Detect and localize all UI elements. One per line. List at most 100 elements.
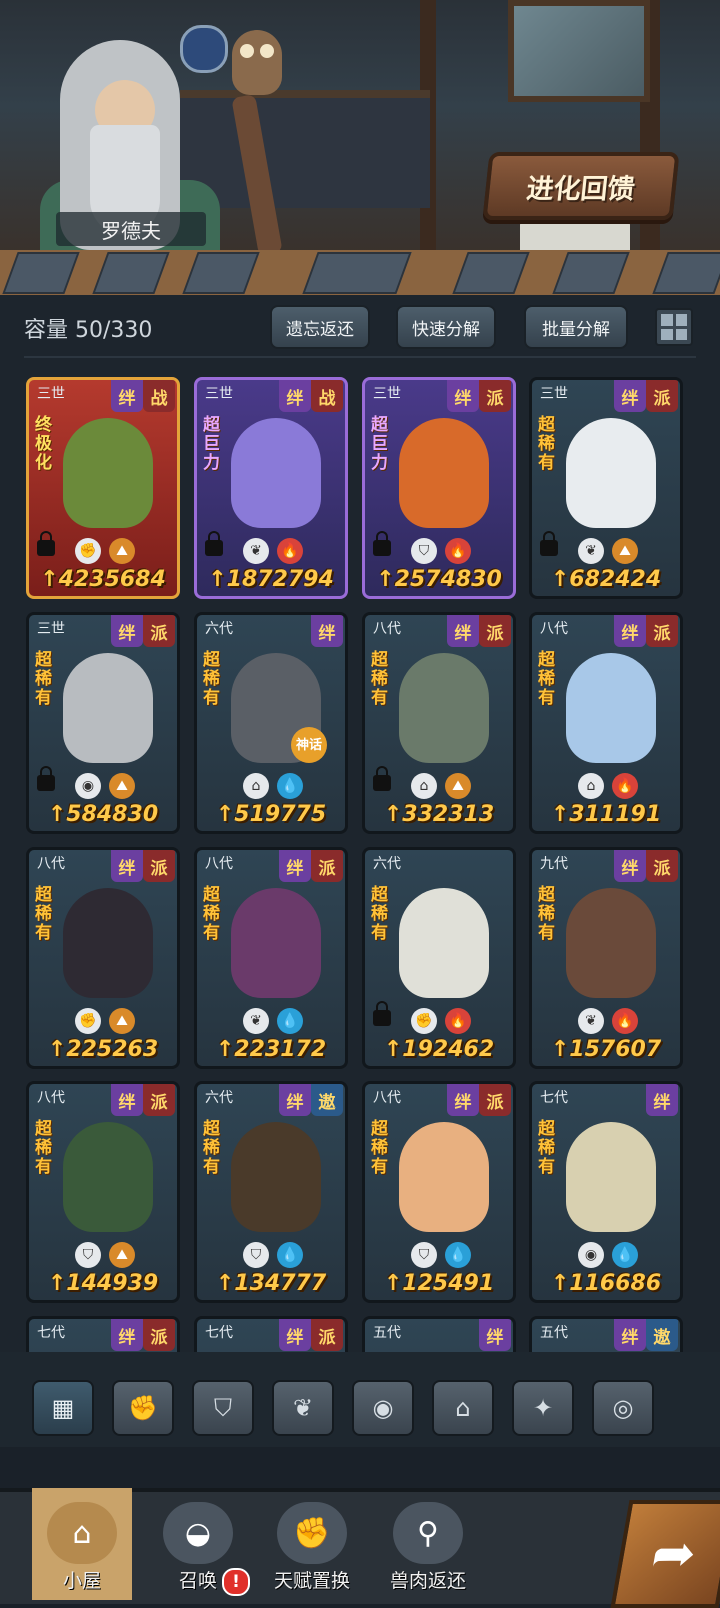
header-scene: 罗德夫 进化回馈	[0, 0, 720, 265]
rarity-label: 超稀有	[35, 650, 52, 708]
next-arrow-button[interactable]: ➦	[610, 1500, 720, 1608]
capacity-label: 容量 50/330	[24, 318, 153, 343]
pet-card[interactable]: 八代 绊派超稀有 ⛉ 💧 ↑125491	[362, 1081, 516, 1303]
pet-card-grid[interactable]: 三世绊战终极化 ✊ ⛰ ↑4235684 三世绊战超巨力 ❦ 🔥 ↑1872794 三世绊派超巨…	[0, 365, 720, 1353]
pet-card[interactable]: 九代 绊派超稀有 ❦ 🔥 ↑157607	[529, 847, 683, 1069]
owl-decoration	[232, 30, 282, 95]
generation-label: 三世	[373, 386, 401, 402]
bond-tag: 绊	[479, 1319, 511, 1351]
pet-card[interactable]: 七代 绊派	[194, 1316, 348, 1353]
nav-item-2[interactable]: ✊ 天赋置换	[262, 1488, 362, 1600]
fire-icon: 🔥	[445, 1008, 471, 1034]
faction-tag: 派	[479, 615, 511, 647]
pet-card[interactable]: 三世 绊战超巨力 ❦ 🔥 ↑1872794	[194, 377, 348, 599]
evolve-feedback-button[interactable]: 进化回馈	[482, 152, 680, 220]
tower-icon: ⌂	[411, 773, 437, 799]
rarity-label: 超稀有	[203, 885, 220, 943]
pet-card[interactable]: 八代 绊派超稀有 ⛉ ⛰ ↑144939	[26, 1081, 180, 1303]
generation-label: 六代	[205, 1090, 233, 1106]
pet-card[interactable]: 五代 绊	[362, 1316, 516, 1353]
pet-card[interactable]: 七代 绊超稀有 ◉ 💧 ↑116686	[529, 1081, 683, 1303]
lock-icon[interactable]	[373, 531, 391, 556]
lock-icon[interactable]	[37, 766, 55, 791]
filter-leaf-button[interactable]: ❦	[272, 1380, 334, 1436]
lock-icon[interactable]	[540, 531, 558, 556]
nav-icon: ⌂	[47, 1502, 117, 1564]
quick-decompose-button[interactable]: 快速分解	[396, 305, 496, 349]
bond-tag: 绊	[279, 380, 311, 412]
power-value: ↑682424	[550, 567, 662, 592]
filter-tower-button[interactable]: ⌂	[432, 1380, 494, 1436]
grid-view-icon[interactable]	[655, 308, 693, 346]
rarity-label: 超稀有	[538, 885, 555, 943]
lock-icon[interactable]	[37, 531, 55, 556]
power-value: ↑1872794	[208, 567, 334, 592]
pet-card[interactable]: 八代 绊派超稀有 ✊ ⛰ ↑225263	[26, 847, 180, 1069]
wall-trim	[0, 250, 720, 295]
pet-portrait	[231, 418, 321, 528]
power-value: ↑311191	[550, 802, 662, 827]
pet-card[interactable]: 三世 绊战终极化 ✊ ⛰ ↑4235684	[26, 377, 180, 599]
nav-label: 兽肉返还	[389, 1570, 466, 1592]
pet-card[interactable]: 三世 绊派超稀有 ◉ ⛰ ↑584830	[26, 612, 180, 834]
leaf-icon: ❦	[578, 1008, 604, 1034]
bond-tag: 绊	[111, 850, 143, 882]
rarity-label: 超巨力	[203, 415, 220, 473]
pet-card[interactable]: 六代 绊遨超稀有 ⛉ 💧 ↑134777	[194, 1081, 348, 1303]
filter-all-button[interactable]: ▦	[32, 1380, 94, 1436]
pet-card[interactable]: 三世 绊派超稀有 ❦ ⛰ ↑682424	[529, 377, 683, 599]
power-value: ↑125491	[383, 1271, 495, 1296]
lock-icon[interactable]	[373, 766, 391, 791]
generation-label: 七代	[37, 1325, 65, 1341]
filter-swirl-button[interactable]: ◎	[592, 1380, 654, 1436]
tower-icon: ⌂	[578, 773, 604, 799]
crosshair-icon: ✦	[532, 1394, 554, 1422]
alien-icon: ◉	[578, 1242, 604, 1268]
generation-label: 三世	[37, 386, 65, 402]
pet-card[interactable]: 七代 绊派	[26, 1316, 180, 1353]
pet-portrait	[231, 1122, 321, 1232]
filter-crosshair-button[interactable]: ✦	[512, 1380, 574, 1436]
generation-label: 六代	[205, 621, 233, 637]
pet-card[interactable]: 三世 绊派超巨力 ⛉ 🔥 ↑2574830	[362, 377, 516, 599]
pet-card[interactable]: 五代 绊遨	[529, 1316, 683, 1353]
pet-card[interactable]: 八代 绊派超稀有 ⌂ 🔥 ↑311191	[529, 612, 683, 834]
rarity-label: 超稀有	[371, 885, 388, 943]
filter-shield-button[interactable]: ⛉	[192, 1380, 254, 1436]
pet-card[interactable]: 八代 绊派超稀有 ⌂ ⛰ ↑332313	[362, 612, 516, 834]
nav-icon: ◒	[163, 1502, 233, 1564]
faction-tag: 战	[143, 380, 175, 412]
nav-label: 小屋	[62, 1570, 101, 1592]
all-icon: ▦	[51, 1394, 75, 1422]
rarity-label: 超巨力	[371, 415, 388, 473]
summon-alert-badge: !	[222, 1568, 250, 1596]
water-icon: 💧	[612, 1242, 638, 1268]
nav-item-0[interactable]: ⌂ 小屋	[32, 1488, 132, 1600]
filter-fist-button[interactable]: ✊	[112, 1380, 174, 1436]
lock-icon[interactable]	[205, 531, 223, 556]
bond-tag: 绊	[447, 615, 479, 647]
pet-portrait	[399, 888, 489, 998]
generation-label: 三世	[205, 386, 233, 402]
generation-label: 五代	[373, 1325, 401, 1341]
nav-item-3[interactable]: ⚲ 兽肉返还	[378, 1488, 478, 1600]
batch-decompose-button[interactable]: 批量分解	[524, 305, 628, 349]
forget-return-button[interactable]: 遗忘返还	[270, 305, 370, 349]
nav-icon: ✊	[277, 1502, 347, 1564]
lock-icon[interactable]	[373, 1001, 391, 1026]
faction-tag: 遨	[646, 1319, 678, 1351]
filter-alien-button[interactable]: ◉	[352, 1380, 414, 1436]
bond-tag: 绊	[279, 850, 311, 882]
pet-card[interactable]: 六代 绊超稀有 神话 ⌂ 💧 ↑519775	[194, 612, 348, 834]
fist-icon: ✊	[411, 1008, 437, 1034]
pet-portrait	[63, 418, 153, 528]
faction-tag: 战	[311, 380, 343, 412]
faction-tag: 派	[646, 380, 678, 412]
fire-icon: 🔥	[612, 1008, 638, 1034]
faction-tag: 派	[143, 1319, 175, 1351]
pet-card[interactable]: 六代 超稀有 ✊ 🔥 ↑192462	[362, 847, 516, 1069]
water-icon: 💧	[277, 1242, 303, 1268]
pet-portrait	[566, 653, 656, 763]
pet-card[interactable]: 八代 绊派超稀有 ❦ 💧 ↑223172	[194, 847, 348, 1069]
pet-portrait	[63, 653, 153, 763]
